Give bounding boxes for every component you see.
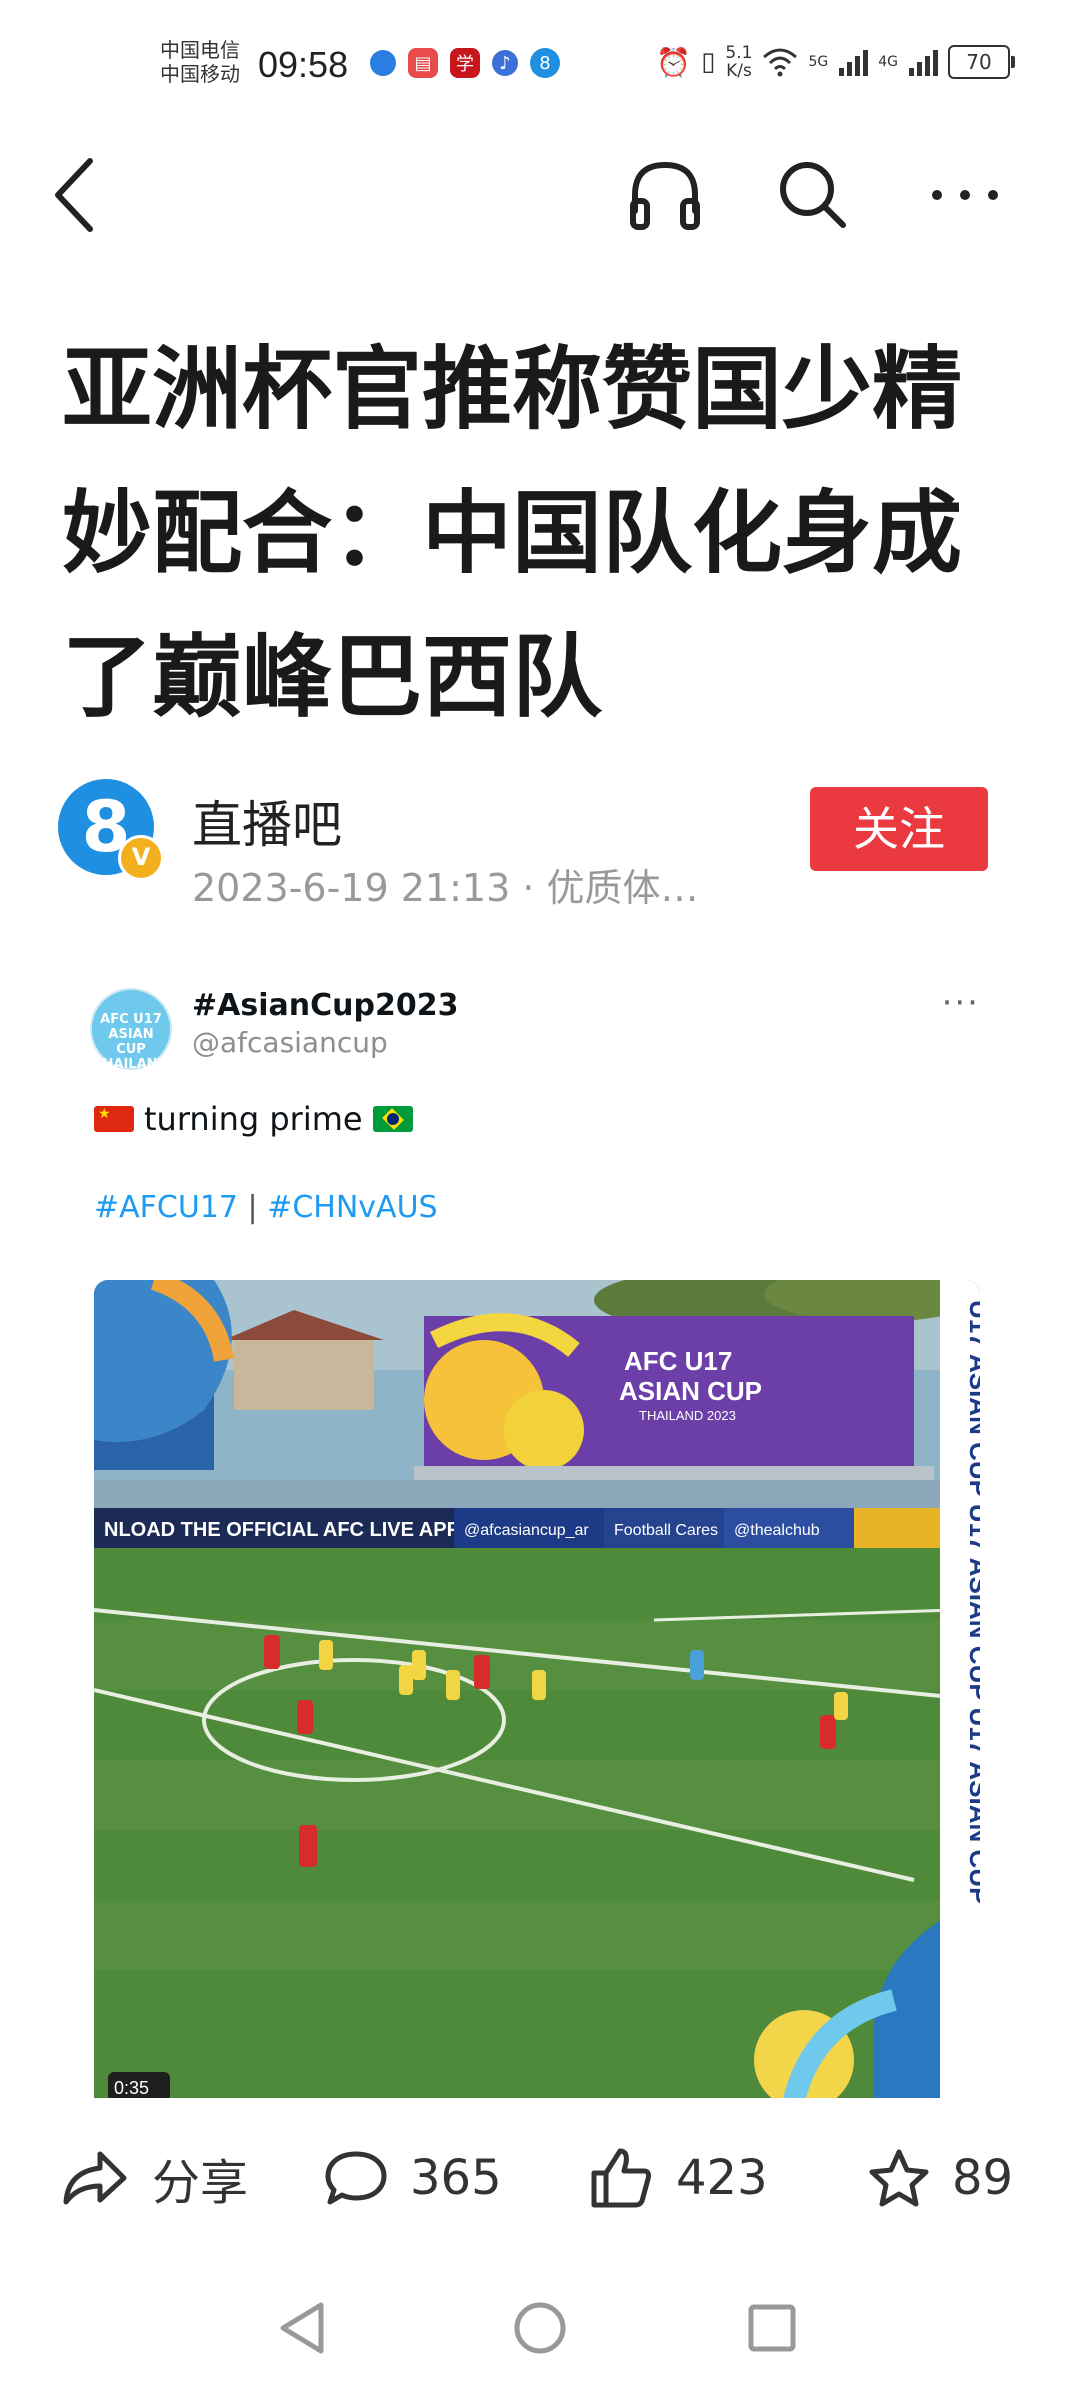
- like-button[interactable]: 423: [590, 2138, 768, 2218]
- share-button[interactable]: 分享: [60, 2138, 248, 2218]
- billboard-line-2: ASIAN CUP: [619, 1376, 762, 1406]
- listen-button[interactable]: [620, 150, 710, 240]
- back-button[interactable]: [30, 150, 120, 240]
- headphones-icon: [630, 161, 700, 230]
- status-bar: 中国电信 中国移动 09:58 ▤ 学 ♪ 8 ⏰ ▯ 5.1 K/s 5G 4…: [0, 0, 1080, 130]
- comment-icon: [325, 2151, 387, 2205]
- tweet-display-name[interactable]: #AsianCup2023: [192, 988, 458, 1023]
- alarm-icon: ⏰: [656, 45, 692, 79]
- music-notification-icon: ♪: [492, 50, 518, 76]
- match-video-frame: AFC U17 ASIAN CUP THAILAND 2023 NLOAD TH…: [94, 1280, 980, 2098]
- triangle-back-icon: [280, 2302, 324, 2354]
- hashtag-afcu17[interactable]: #AFCU17: [94, 1190, 238, 1225]
- square-recents-icon: [748, 2304, 796, 2352]
- status-time: 09:58: [258, 44, 349, 85]
- system-status-icons: ⏰ ▯ 5.1 K/s 5G 4G 70: [656, 43, 1015, 81]
- tweet-hashtags: #AFCU17 | #CHNvAUS: [94, 1190, 438, 1225]
- author-row: 8 V 直播吧 2023-6-19 21:13 · 优质体… 关注: [58, 775, 1018, 925]
- system-recents-button[interactable]: [732, 2288, 812, 2368]
- hashtag-separator: |: [247, 1190, 258, 1225]
- chevron-left-icon: [55, 158, 93, 232]
- follow-button[interactable]: 关注: [810, 787, 988, 871]
- signal-strength-icon: [839, 50, 869, 76]
- notification-icons: ▤ 学 ♪ 8: [370, 48, 560, 78]
- circle-home-icon: [514, 2302, 566, 2354]
- study-app-notification-icon: 学: [450, 48, 480, 78]
- share-label: 分享: [152, 2155, 249, 2211]
- tweet-handle[interactable]: @afcasiancup: [192, 1026, 388, 1059]
- comments-button[interactable]: 365: [324, 2138, 502, 2218]
- likes-count: 423: [676, 2150, 768, 2206]
- tweet-video[interactable]: AFC U17 ASIAN CUP THAILAND 2023 NLOAD TH…: [94, 1280, 980, 2098]
- billboard-line-3: THAILAND 2023: [639, 1408, 736, 1423]
- battery-indicator: 70: [948, 45, 1015, 79]
- top-nav: [0, 140, 1080, 250]
- signal-1-type: 5G: [808, 54, 829, 70]
- tweet-text: turning prime: [94, 1100, 413, 1138]
- system-back-button[interactable]: [262, 2288, 342, 2368]
- browser-notification-icon: [370, 50, 396, 76]
- system-navigation-bar: [0, 2270, 1080, 2400]
- star-icon: [869, 2149, 929, 2207]
- network-speed: 5.1 K/s: [725, 43, 753, 81]
- system-home-button[interactable]: [500, 2288, 580, 2368]
- embedded-tweet: AFC U17 ASIAN CUP THAILAND 2023 #AsianCu…: [60, 978, 1010, 2098]
- action-bar: 分享 365 423 89: [0, 2098, 1080, 2268]
- zhibo8-notification-icon: 8: [530, 48, 560, 78]
- search-icon: [780, 162, 846, 228]
- search-button[interactable]: [768, 150, 858, 240]
- post-meta: 2023-6-19 21:13 · 优质体…: [192, 866, 699, 910]
- signal-2-type: 4G: [878, 54, 898, 70]
- china-flag-icon: [94, 1106, 134, 1132]
- tweet-more-button[interactable]: ···: [942, 983, 980, 1023]
- ad-board-thealchub: @thealchub: [734, 1522, 820, 1539]
- ad-board-twitter: @afcasiancup_ar: [464, 1522, 589, 1539]
- thumbs-up-icon: [591, 2148, 651, 2208]
- share-icon: [63, 2151, 127, 2205]
- signal-strength-2-icon: [909, 50, 938, 76]
- side-banner-text: U17 ASIAN CUP U17 ASIAN CUP U17 ASIAN CU…: [964, 1300, 980, 1904]
- carrier-2: 中国移动: [160, 62, 240, 86]
- more-horizontal-icon: [932, 190, 998, 200]
- hashtag-chnvaus[interactable]: #CHNvAUS: [267, 1190, 437, 1225]
- more-button[interactable]: [920, 150, 1010, 240]
- favorite-button[interactable]: 89: [868, 2138, 1013, 2218]
- ad-board-afc-live: NLOAD THE OFFICIAL AFC LIVE APP: [104, 1519, 460, 1541]
- brazil-flag-icon: [372, 1106, 413, 1132]
- tweet-avatar: AFC U17 ASIAN CUP THAILAND 2023: [90, 988, 172, 1087]
- comments-count: 365: [410, 2150, 502, 2206]
- author-name[interactable]: 直播吧: [192, 785, 342, 857]
- verified-badge: V: [118, 835, 164, 881]
- vibrate-icon: ▯: [701, 47, 716, 77]
- article-title: 亚洲杯官推称赞国少精妙配合：中国队化身成了巅峰巴西队: [62, 337, 962, 730]
- wifi-icon: [763, 48, 798, 77]
- reader-notification-icon: ▤: [408, 48, 438, 78]
- carrier-1: 中国电信: [160, 38, 240, 62]
- video-timer: 0:35: [114, 2078, 149, 2098]
- ad-board-football-cares: Football Cares: [614, 1522, 718, 1539]
- billboard-line-1: AFC U17: [624, 1346, 732, 1376]
- carrier-labels: 中国电信 中国移动: [160, 38, 240, 86]
- favorites-count: 89: [952, 2150, 1014, 2206]
